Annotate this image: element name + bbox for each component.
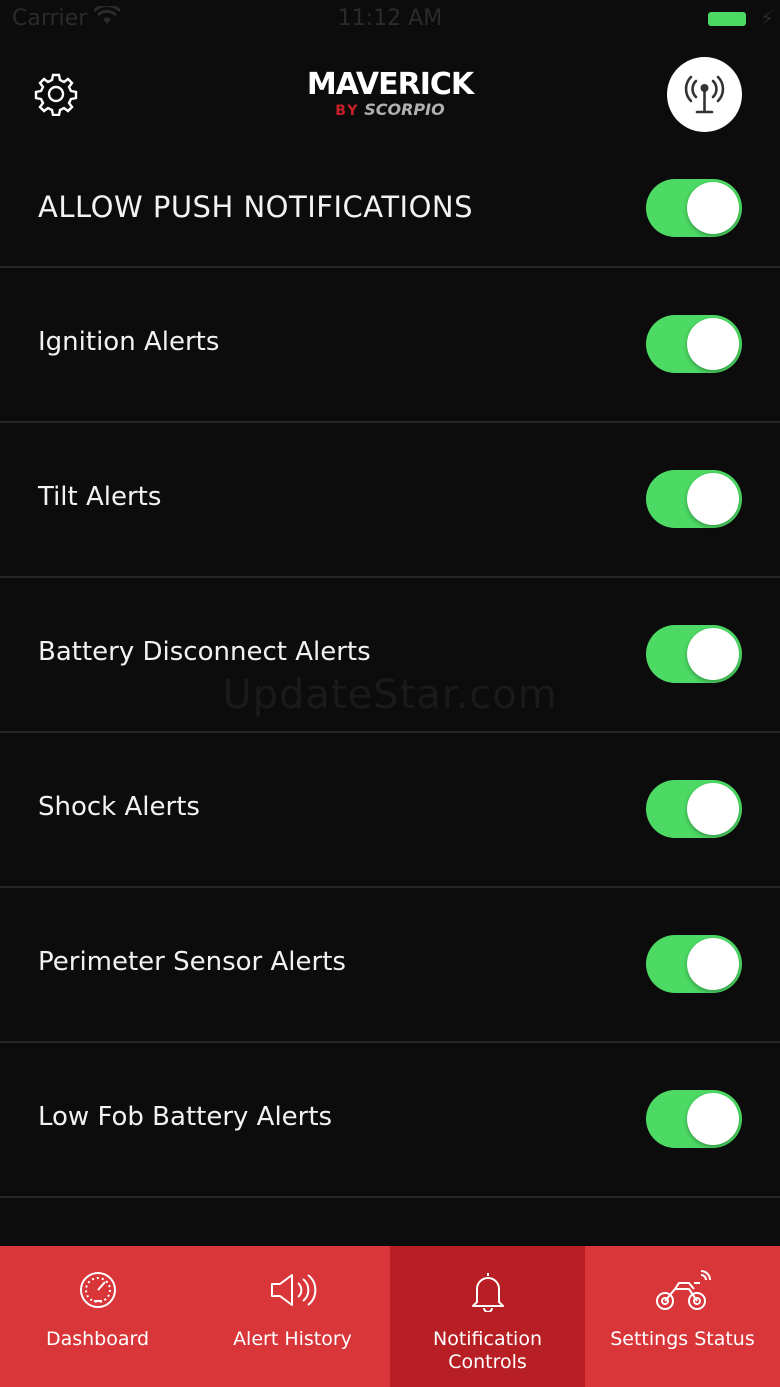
alert-row-shock: Shock Alerts	[0, 733, 780, 888]
tilt-alerts-toggle[interactable]	[646, 470, 742, 528]
toggle-knob	[687, 938, 739, 990]
low-fob-battery-alerts-toggle[interactable]	[646, 1090, 742, 1148]
alert-row-low-fob-battery: Low Fob Battery Alerts	[0, 1043, 780, 1198]
push-notifications-toggle[interactable]	[646, 179, 742, 237]
tab-alert-history[interactable]: Alert History	[195, 1246, 390, 1387]
bottom-tab-bar: Dashboard Alert History Notification Con…	[0, 1246, 780, 1387]
shock-alerts-toggle[interactable]	[646, 780, 742, 838]
toggle-knob	[687, 182, 739, 234]
perimeter-sensor-alerts-toggle[interactable]	[646, 935, 742, 993]
alert-label: Low Fob Battery Alerts	[38, 1102, 333, 1132]
watermark: UpdateStar.com	[222, 672, 558, 718]
tab-label: Settings Status	[610, 1328, 755, 1350]
bell-icon	[390, 1270, 585, 1314]
gear-icon[interactable]	[34, 72, 78, 117]
alert-row-ignition: Ignition Alerts	[0, 268, 780, 423]
tab-dashboard[interactable]: Dashboard	[0, 1246, 195, 1387]
alert-label: Shock Alerts	[38, 792, 200, 822]
battery-icon	[708, 12, 746, 26]
push-notifications-row: ALLOW PUSH NOTIFICATIONS	[0, 150, 780, 268]
logo-brand-text: SCORPIO	[364, 100, 445, 119]
toggle-knob	[687, 783, 739, 835]
alert-label: Battery Disconnect Alerts	[38, 637, 371, 667]
toggle-knob	[687, 473, 739, 525]
alert-label: Ignition Alerts	[38, 327, 220, 357]
clock: 11:12 AM	[337, 6, 443, 31]
ignition-alerts-toggle[interactable]	[646, 315, 742, 373]
maverick-logo: MAVERICK BY SCORPIO	[280, 68, 500, 128]
remote-connect-button[interactable]	[667, 57, 742, 132]
alert-label: Perimeter Sensor Alerts	[38, 947, 346, 977]
speedometer-icon	[0, 1270, 195, 1314]
speaker-icon	[195, 1270, 390, 1314]
alert-label: Tilt Alerts	[38, 482, 162, 512]
tab-settings-status[interactable]: Settings Status	[585, 1246, 780, 1387]
status-bar: Carrier 11:12 AM ⚡	[0, 0, 780, 40]
logo-sub: BY SCORPIO	[280, 100, 500, 120]
logo-main-text: MAVERICK	[306, 67, 474, 102]
tab-label: Dashboard	[45, 1328, 150, 1350]
alert-row-tilt: Tilt Alerts	[0, 423, 780, 578]
toggle-knob	[687, 318, 739, 370]
push-notifications-label: ALLOW PUSH NOTIFICATIONS	[38, 190, 474, 224]
tab-label: Alert History	[233, 1328, 352, 1350]
app-header: MAVERICK BY SCORPIO	[0, 40, 780, 150]
motorcycle-icon	[585, 1270, 780, 1314]
logo-by-text: BY	[335, 103, 360, 119]
alert-row-perimeter-sensor: Perimeter Sensor Alerts	[0, 888, 780, 1043]
charging-icon: ⚡	[760, 6, 775, 30]
toggle-knob	[687, 1093, 739, 1145]
tab-notification-controls[interactable]: Notification Controls	[390, 1246, 585, 1387]
antenna-icon	[684, 75, 725, 114]
tab-label: Notification Controls	[432, 1328, 543, 1373]
